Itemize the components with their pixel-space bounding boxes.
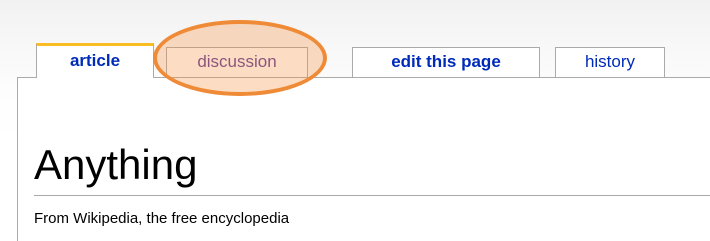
tab-edit-this-page[interactable]: edit this page	[352, 47, 540, 77]
tab-history[interactable]: history	[555, 47, 665, 77]
tab-article[interactable]: article	[36, 43, 154, 78]
title-divider	[34, 195, 710, 196]
highlight-circle-annotation	[153, 20, 327, 96]
site-subtitle: From Wikipedia, the free encyclopedia	[34, 210, 290, 227]
page-title: Anything	[34, 141, 198, 188]
